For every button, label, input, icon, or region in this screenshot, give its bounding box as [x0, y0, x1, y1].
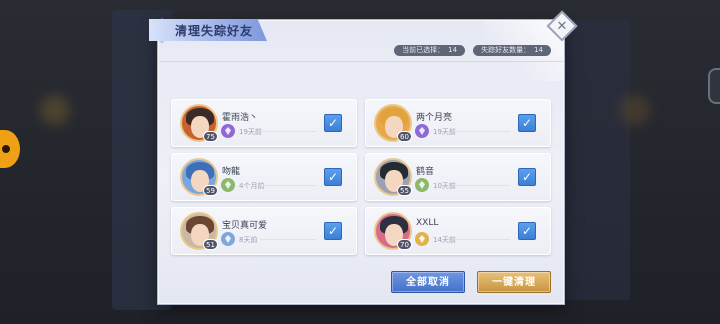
last-online-time: 19天前 [239, 128, 262, 136]
clean-missing-friends-dialog: 清理失踪好友 ✕ 当前已选择： 14 失踪好友数量： 14 75 霍雨浩丶 19… [149, 10, 578, 304]
select-checkbox[interactable]: ✓ [518, 168, 536, 186]
level-badge: 51 [203, 239, 218, 250]
header-divider [159, 61, 563, 62]
rank-icon [221, 232, 235, 246]
friend-name: 两个月亮 [416, 113, 453, 123]
select-checkbox[interactable]: ✓ [518, 222, 536, 240]
selected-count-badge: 当前已选择： 14 [394, 45, 466, 56]
side-tab-icon [708, 68, 720, 104]
missing-count-value: 14 [534, 46, 543, 54]
missing-count-badge: 失踪好友数量： 14 [473, 45, 551, 56]
cancel-all-button[interactable]: 全部取消 [391, 271, 465, 293]
friend-card[interactable]: 60 两个月亮 19天前 ✓ [365, 99, 551, 147]
friend-list: 75 霍雨浩丶 19天前 ✓ 60 两个月亮 19天前 ✓ 59 吻龍 4个月前… [171, 99, 555, 255]
rank-icon [415, 124, 429, 138]
dialog-title: 清理失踪好友 [175, 23, 254, 38]
friend-name: 鹤音 [416, 167, 435, 177]
last-online-time: 8天前 [239, 236, 258, 244]
friend-card[interactable]: 51 宝贝真可爱 8天前 ✓ [171, 207, 357, 255]
level-badge: 59 [203, 185, 218, 196]
friend-card[interactable]: 75 霍雨浩丶 19天前 ✓ [171, 99, 357, 147]
dialog-title-tab: 清理失踪好友 [149, 19, 267, 41]
level-badge: 75 [203, 131, 218, 142]
background-glow [40, 95, 70, 125]
select-checkbox[interactable]: ✓ [324, 114, 342, 132]
friend-card[interactable]: 70 XXLL 14天前 ✓ [365, 207, 551, 255]
friend-card[interactable]: 55 鹤音 10天前 ✓ [365, 153, 551, 201]
level-badge: 55 [397, 185, 412, 196]
missing-count-label: 失踪好友数量： [481, 46, 531, 54]
last-online-time: 10天前 [433, 182, 456, 190]
last-online-time: 19天前 [433, 128, 456, 136]
level-badge: 60 [397, 131, 412, 142]
checkmark-icon: ✓ [521, 116, 533, 130]
selected-count-value: 14 [448, 46, 458, 54]
clean-all-button[interactable]: 一键清理 [477, 271, 551, 293]
checkmark-icon: ✓ [521, 170, 533, 184]
background-glow [620, 95, 650, 125]
friend-name: 霍雨浩丶 [222, 113, 259, 123]
select-checkbox[interactable]: ✓ [518, 114, 536, 132]
background-panel-right [560, 20, 630, 300]
separator-line [454, 185, 510, 186]
select-checkbox[interactable]: ✓ [324, 222, 342, 240]
level-badge: 70 [397, 239, 412, 250]
last-online-time: 4个月前 [239, 182, 265, 190]
rank-icon [221, 178, 235, 192]
rank-icon [221, 124, 235, 138]
close-icon[interactable]: ✕ [557, 19, 568, 34]
separator-line [260, 185, 316, 186]
rank-icon [415, 232, 429, 246]
separator-line [260, 239, 316, 240]
friend-name: 吻龍 [222, 167, 241, 177]
select-checkbox[interactable]: ✓ [324, 168, 342, 186]
checkmark-icon: ✓ [521, 224, 533, 238]
last-online-time: 14天前 [433, 236, 456, 244]
separator-line [260, 131, 316, 132]
rank-icon [415, 178, 429, 192]
selected-count-label: 当前已选择： [402, 46, 445, 54]
checkmark-icon: ✓ [327, 224, 339, 238]
checkmark-icon: ✓ [327, 170, 339, 184]
checkmark-icon: ✓ [327, 116, 339, 130]
friend-name: XXLL [416, 218, 439, 228]
friend-card[interactable]: 59 吻龍 4个月前 ✓ [171, 153, 357, 201]
friend-name: 宝贝真可爱 [222, 221, 268, 231]
stats-bar: 当前已选择： 14 失踪好友数量： 14 [394, 45, 551, 56]
separator-line [454, 131, 510, 132]
separator-line [454, 239, 510, 240]
